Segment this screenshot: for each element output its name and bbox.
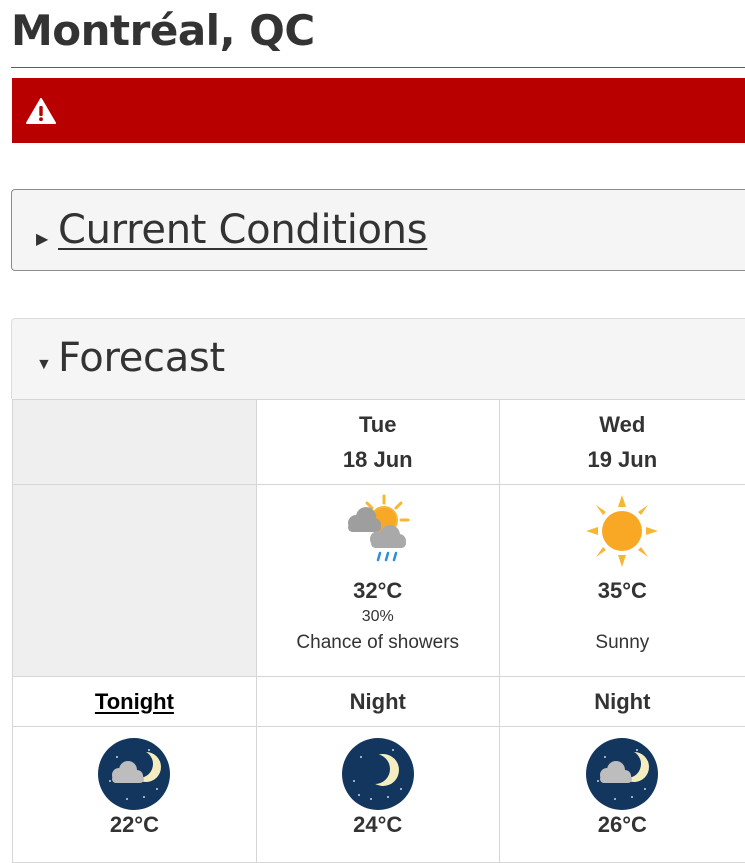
night-forecast-tonight: 22°C <box>13 727 257 863</box>
day-header-tue: Tue 18 Jun <box>256 400 499 485</box>
day-weekday: Tue <box>257 407 499 442</box>
current-conditions-panel[interactable]: ▶ Current Conditions <box>11 189 745 271</box>
table-corner-cell <box>13 400 257 485</box>
night-moon-cloud-icon <box>585 737 659 811</box>
day-date: 18 Jun <box>257 442 499 477</box>
night-moon-icon <box>341 737 415 811</box>
sun-cloud-showers-icon <box>340 493 416 569</box>
night-label-row: Tonight Night Night <box>13 677 745 727</box>
weather-alert-banner[interactable] <box>12 78 745 143</box>
forecast-day-row: 32°C 30% Chance of showers 35°C Sunny <box>13 485 745 677</box>
night-moon-cloud-icon <box>97 737 171 811</box>
expanded-triangle-icon: ▼ <box>36 356 52 374</box>
tonight-label-cell[interactable]: Tonight <box>13 677 257 727</box>
forecast-date-row: Tue 18 Jun Wed 19 Jun <box>13 400 745 485</box>
day-label-cell <box>13 485 257 677</box>
night-forecast-2: 26°C <box>499 727 745 863</box>
collapsed-triangle-icon: ▶ <box>36 229 48 249</box>
night-temperature: 22°C <box>13 811 256 839</box>
forecast-table: Tue 18 Jun Wed 19 Jun <box>12 399 745 863</box>
day-forecast-wed: 35°C Sunny <box>499 485 745 677</box>
day-header-wed: Wed 19 Jun <box>499 400 745 485</box>
forecast-panel-header[interactable]: ▼ Forecast <box>11 318 745 399</box>
day-temperature: 35°C <box>500 577 745 605</box>
precipitation-chance <box>500 605 745 629</box>
tonight-link[interactable]: Tonight <box>95 689 174 714</box>
day-weekday: Wed <box>500 407 745 442</box>
night-temperature: 26°C <box>500 811 745 839</box>
night-forecast-1: 24°C <box>256 727 499 863</box>
day-forecast-tue: 32°C 30% Chance of showers <box>256 485 499 677</box>
forecast-heading: Forecast <box>58 335 225 381</box>
warning-triangle-icon <box>26 98 56 124</box>
night-temperature: 24°C <box>257 811 499 839</box>
title-divider <box>11 67 745 68</box>
day-summary: Chance of showers <box>257 629 499 657</box>
day-temperature: 32°C <box>257 577 499 605</box>
day-summary: Sunny <box>500 629 745 657</box>
current-conditions-heading[interactable]: Current Conditions <box>58 207 427 253</box>
day-date: 19 Jun <box>500 442 745 477</box>
night-forecast-row: 22°C 24°C <box>13 727 745 863</box>
night-label-cell: Night <box>499 677 745 727</box>
sun-icon <box>584 493 660 569</box>
night-label-cell: Night <box>256 677 499 727</box>
page-title: Montréal, QC <box>11 6 315 55</box>
precipitation-chance: 30% <box>257 605 499 629</box>
